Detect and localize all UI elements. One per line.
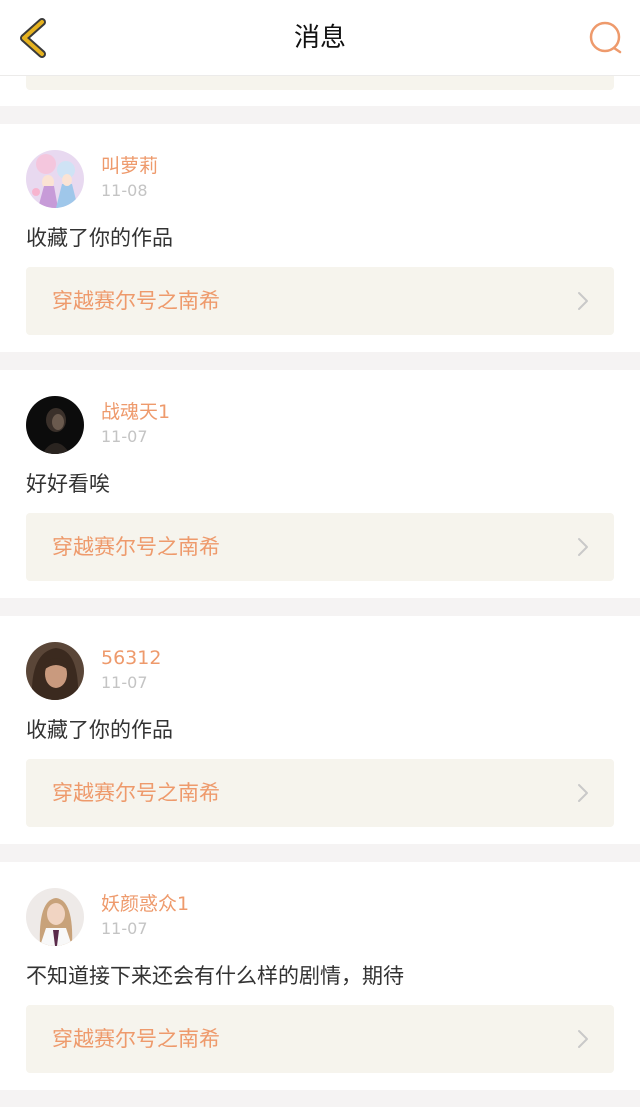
message-card: 战魂天1 11-07 好好看唉 穿越赛尔号之南希 xyxy=(0,370,640,598)
message-date: 11-07 xyxy=(101,673,148,692)
avatar[interactable] xyxy=(26,642,84,700)
message-card: 叫萝莉 11-08 收藏了你的作品 穿越赛尔号之南希 xyxy=(0,124,640,352)
top-nav-bar: 消息 xyxy=(0,0,640,76)
work-title: 穿越赛尔号之南希 xyxy=(52,1027,220,1051)
work-title: 穿越赛尔号之南希 xyxy=(52,781,220,805)
work-link[interactable]: 穿越赛尔号之南希 xyxy=(26,513,614,581)
message-content: 收藏了你的作品 xyxy=(26,226,173,250)
search-icon xyxy=(589,21,622,54)
page-title: 消息 xyxy=(293,23,346,53)
username[interactable]: 56312 xyxy=(101,646,161,670)
work-title: 穿越赛尔号之南希 xyxy=(52,289,220,313)
chevron-right-icon xyxy=(578,538,588,556)
messages-screen: 消息 叫萝莉 11-08 收藏了你的作品 穿越赛尔号之南希 战魂天1 11-07… xyxy=(0,0,640,1107)
message-date: 11-07 xyxy=(101,427,148,446)
chevron-right-icon xyxy=(578,784,588,802)
username[interactable]: 叫萝莉 xyxy=(101,154,158,178)
avatar[interactable] xyxy=(26,396,84,454)
avatar[interactable] xyxy=(26,150,84,208)
message-card: 妖颜惑众1 11-07 不知道接下来还会有什么样的剧情，期待 穿越赛尔号之南希 xyxy=(0,862,640,1090)
work-title: 穿越赛尔号之南希 xyxy=(52,535,220,559)
work-link[interactable]: 穿越赛尔号之南希 xyxy=(26,267,614,335)
message-date: 11-08 xyxy=(101,181,148,200)
chevron-right-icon xyxy=(578,292,588,310)
message-content: 好好看唉 xyxy=(26,472,110,496)
message-date: 11-07 xyxy=(101,919,148,938)
message-card: 56312 11-07 收藏了你的作品 穿越赛尔号之南希 xyxy=(0,616,640,844)
search-button[interactable] xyxy=(586,18,626,58)
message-content: 不知道接下来还会有什么样的剧情，期待 xyxy=(26,964,404,988)
avatar[interactable] xyxy=(26,888,84,946)
message-card-partial xyxy=(0,56,640,106)
dark-portrait-avatar-icon xyxy=(26,396,84,454)
brown-hair-avatar-icon xyxy=(26,642,84,700)
message-content: 收藏了你的作品 xyxy=(26,718,173,742)
username[interactable]: 战魂天1 xyxy=(101,400,170,424)
work-link[interactable]: 穿越赛尔号之南希 xyxy=(26,759,614,827)
girl-photo-avatar-icon xyxy=(26,888,84,946)
work-link[interactable]: 穿越赛尔号之南希 xyxy=(26,1005,614,1073)
anime-girl-avatar-icon xyxy=(26,150,84,208)
username[interactable]: 妖颜惑众1 xyxy=(101,892,189,916)
chevron-right-icon xyxy=(578,1030,588,1048)
